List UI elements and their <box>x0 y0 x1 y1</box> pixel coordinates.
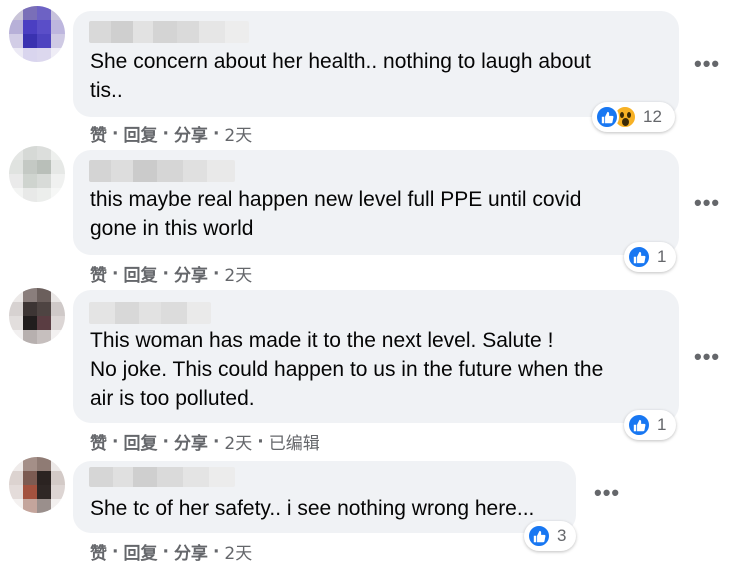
reply-button[interactable]: 回复 <box>123 539 157 564</box>
comment-timestamp[interactable]: 2天 <box>224 261 252 286</box>
like-button[interactable]: 赞 <box>90 261 107 286</box>
like-reaction-icon <box>527 524 551 548</box>
commenter-name-blurred[interactable] <box>89 302 211 324</box>
reply-button[interactable]: 回复 <box>123 429 157 454</box>
share-button[interactable]: 分享 <box>174 121 208 146</box>
comment-bubble: She concern about her health.. nothing t… <box>73 11 679 117</box>
more-options-icon[interactable]: ••• <box>694 51 720 77</box>
comment-text: She tc of her safety.. i see nothing wro… <box>90 497 535 520</box>
comment-timestamp[interactable]: 2天 <box>224 539 252 564</box>
reaction-count: 1 <box>657 247 667 266</box>
comment-bubble: This woman has made it to the next level… <box>73 290 679 423</box>
reply-button[interactable]: 回复 <box>123 121 157 146</box>
comment-actions: 赞 · 回复 · 分享 · 2天 <box>90 261 252 287</box>
reaction-count: 3 <box>557 526 567 545</box>
more-options-icon[interactable]: ••• <box>594 480 620 506</box>
comment-text: this maybe real happen new level full PP… <box>90 188 582 240</box>
reaction-count: 1 <box>657 415 667 434</box>
avatar[interactable] <box>9 457 65 513</box>
avatar[interactable] <box>9 6 65 62</box>
edited-label[interactable]: 已编辑 <box>269 429 320 454</box>
reaction-summary[interactable]: 12 <box>592 102 675 132</box>
like-button[interactable]: 赞 <box>90 121 107 146</box>
share-button[interactable]: 分享 <box>174 539 208 564</box>
like-button[interactable]: 赞 <box>90 429 107 454</box>
comment-text: This woman has made it to the next level… <box>90 329 604 410</box>
reply-button[interactable]: 回复 <box>123 261 157 286</box>
avatar[interactable] <box>9 146 65 202</box>
commenter-name-blurred[interactable] <box>89 160 235 182</box>
commenter-name-blurred[interactable] <box>89 467 235 487</box>
reaction-summary[interactable]: 3 <box>524 521 576 551</box>
share-button[interactable]: 分享 <box>174 429 208 454</box>
reaction-summary[interactable]: 1 <box>624 410 676 440</box>
comment-bubble: She tc of her safety.. i see nothing wro… <box>73 461 576 533</box>
more-options-icon[interactable]: ••• <box>694 190 720 216</box>
reaction-summary[interactable]: 1 <box>624 242 676 272</box>
comment-actions: 赞 · 回复 · 分享 · 2天 · 已编辑 <box>90 429 320 455</box>
comment-actions: 赞 · 回复 · 分享 · 2天 <box>90 539 252 565</box>
comment-bubble: this maybe real happen new level full PP… <box>73 150 679 255</box>
comment-timestamp[interactable]: 2天 <box>224 121 252 146</box>
avatar[interactable] <box>9 288 65 344</box>
like-reaction-icon <box>627 245 651 269</box>
more-options-icon[interactable]: ••• <box>694 344 720 370</box>
like-reaction-icon <box>595 105 619 129</box>
like-button[interactable]: 赞 <box>90 539 107 564</box>
like-reaction-icon <box>627 413 651 437</box>
comment-timestamp[interactable]: 2天 <box>224 429 252 454</box>
comment-actions: 赞 · 回复 · 分享 · 2天 <box>90 121 252 147</box>
reaction-count: 12 <box>643 107 662 126</box>
share-button[interactable]: 分享 <box>174 261 208 286</box>
commenter-name-blurred[interactable] <box>89 21 249 43</box>
comment-text: She concern about her health.. nothing t… <box>90 50 591 102</box>
